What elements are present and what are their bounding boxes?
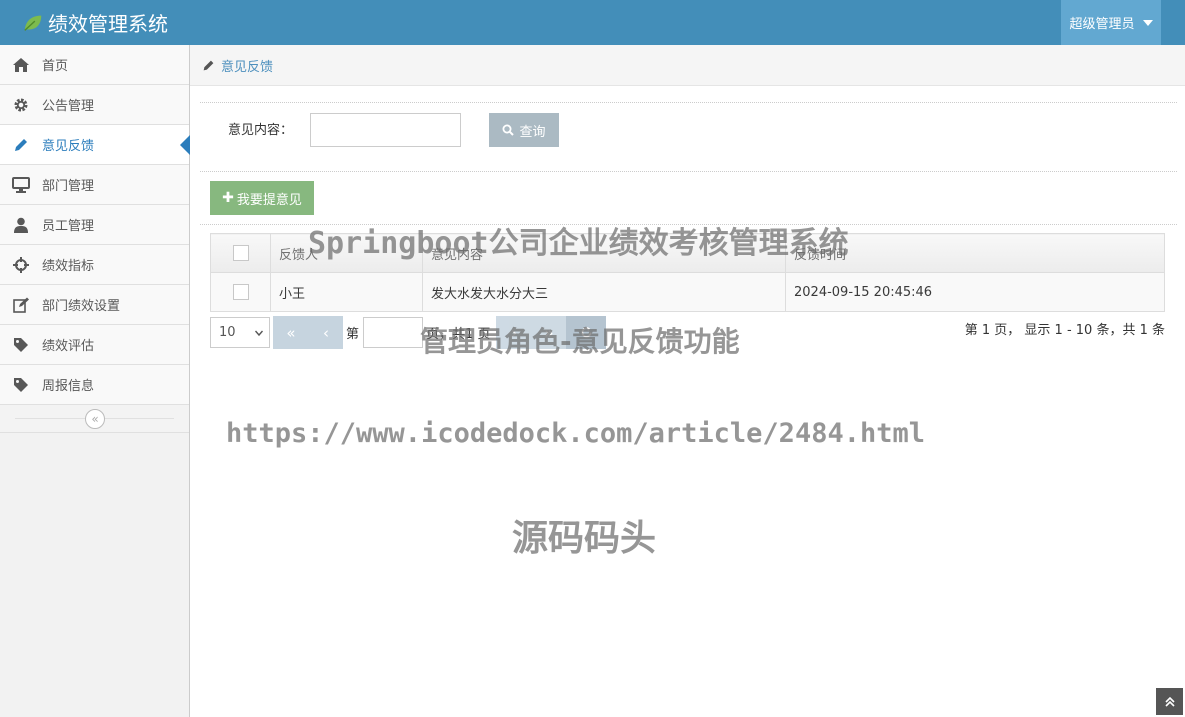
gear-icon <box>12 96 30 114</box>
pencil-icon <box>203 60 214 70</box>
divider <box>200 224 1177 225</box>
sidebar-item-home[interactable]: 首页 <box>0 45 189 85</box>
chevron-down-icon <box>255 330 263 336</box>
sidebar-item-employee[interactable]: 员工管理 <box>0 205 189 245</box>
cell-time: 2024-09-15 20:45:46 <box>785 272 1165 312</box>
sidebar: 首页 公告管理 意见反馈 部门管理 员工管理 绩效指标 部门绩效设置 绩效评估 … <box>0 45 190 717</box>
page-size-select[interactable]: 10 <box>210 317 270 348</box>
tag-icon <box>12 376 30 394</box>
scroll-to-top-button[interactable] <box>1156 688 1183 715</box>
sidebar-item-label: 部门绩效设置 <box>42 299 121 314</box>
column-header-user[interactable]: 反馈人 <box>270 233 423 273</box>
search-label: 意见内容： <box>228 123 294 138</box>
sidebar-item-label: 周报信息 <box>42 379 95 394</box>
user-name: 超级管理员 <box>1069 17 1135 32</box>
query-button-label: 查询 <box>519 124 546 140</box>
sidebar-item-department[interactable]: 部门管理 <box>0 165 189 205</box>
first-page-button[interactable]: « <box>273 316 309 349</box>
add-feedback-button[interactable]: ✚ 我要提意见 <box>210 181 314 215</box>
breadcrumb-item-feedback[interactable]: 意见反馈 <box>221 56 273 75</box>
next-page-button[interactable]: › <box>496 316 532 349</box>
page-label-suffix: 页，共1 页 <box>426 327 491 342</box>
edit-icon <box>12 296 30 314</box>
desktop-icon <box>12 176 30 194</box>
plus-icon: ✚ <box>222 190 234 206</box>
refresh-button[interactable] <box>566 316 606 349</box>
page-number-input[interactable] <box>363 317 423 348</box>
table-row[interactable]: 小王 发大水发大水分大三 2024-09-15 20:45:46 <box>210 272 1165 312</box>
home-icon <box>12 56 30 74</box>
cell-user: 小王 <box>270 272 423 312</box>
feedback-table: 反馈人 意见内容 反馈时间 小王 发大水发大水分大三 2024-09-15 20… <box>210 233 1165 312</box>
top-navbar: 绩效管理系统 超级管理员 <box>0 0 1185 45</box>
user-menu-toggle[interactable]: 超级管理员 <box>1061 0 1161 45</box>
sidebar-item-label: 部门管理 <box>42 179 95 194</box>
app-brand[interactable]: 绩效管理系统 <box>22 8 168 37</box>
sidebar-item-label: 公告管理 <box>42 99 95 114</box>
app-title: 绩效管理系统 <box>48 12 168 36</box>
page-size-value: 10 <box>219 325 236 340</box>
leaf-icon <box>24 15 42 31</box>
divider <box>200 171 1177 172</box>
double-chevron-left-icon: « <box>286 323 296 342</box>
last-page-button[interactable]: » <box>532 316 566 349</box>
crosshair-icon <box>12 256 30 274</box>
select-all-checkbox[interactable] <box>232 245 249 261</box>
sidebar-item-weekly-report[interactable]: 周报信息 <box>0 365 189 405</box>
double-chevron-right-icon: » <box>544 323 554 342</box>
page-label-prefix: 第 <box>346 327 360 342</box>
sidebar-item-evaluation[interactable]: 绩效评估 <box>0 325 189 365</box>
double-chevron-left-icon[interactable]: « <box>85 409 105 429</box>
prev-page-button[interactable]: ‹ <box>309 316 343 349</box>
sidebar-item-indicator[interactable]: 绩效指标 <box>0 245 189 285</box>
refresh-icon <box>581 326 592 338</box>
watermark-url: https://www.icodedock.com/article/2484.h… <box>226 418 925 449</box>
table-header-row: 反馈人 意见内容 反馈时间 <box>210 233 1165 273</box>
add-feedback-label: 我要提意见 <box>236 192 302 208</box>
row-checkbox[interactable] <box>232 284 249 300</box>
breadcrumb: 意见反馈 <box>190 45 1185 86</box>
sidebar-collapse-bar: « <box>0 405 189 433</box>
sidebar-item-label: 绩效指标 <box>42 259 95 274</box>
column-header-content[interactable]: 意见内容 <box>422 233 786 273</box>
double-chevron-up-icon <box>1164 696 1175 707</box>
sidebar-item-feedback[interactable]: 意见反馈 <box>0 125 190 165</box>
tag-icon <box>12 336 30 354</box>
search-input[interactable] <box>310 113 461 147</box>
watermark-brand: 源码码头 <box>512 518 657 559</box>
query-button[interactable]: 查询 <box>489 113 559 147</box>
sidebar-item-label: 首页 <box>42 59 69 74</box>
divider <box>200 102 1177 103</box>
cell-content: 发大水发大水分大三 <box>422 272 786 312</box>
sidebar-item-label: 绩效评估 <box>42 339 95 354</box>
row-select-cell <box>210 272 271 312</box>
column-header-time[interactable]: 反馈时间 <box>785 233 1165 273</box>
sidebar-item-notice[interactable]: 公告管理 <box>0 85 189 125</box>
chevron-right-icon: › <box>511 323 517 342</box>
sidebar-item-label: 意见反馈 <box>42 139 95 154</box>
select-all-cell <box>210 233 271 273</box>
sidebar-item-label: 员工管理 <box>42 219 95 234</box>
search-icon <box>502 124 515 136</box>
page-summary: 第 1 页， 显示 1 - 10 条，共 1 条 <box>964 323 1165 338</box>
caret-down-icon <box>1142 19 1153 26</box>
chevron-left-icon: ‹ <box>323 323 329 342</box>
sidebar-item-dept-performance[interactable]: 部门绩效设置 <box>0 285 189 325</box>
pencil-icon <box>12 136 30 154</box>
user-icon <box>12 216 30 234</box>
